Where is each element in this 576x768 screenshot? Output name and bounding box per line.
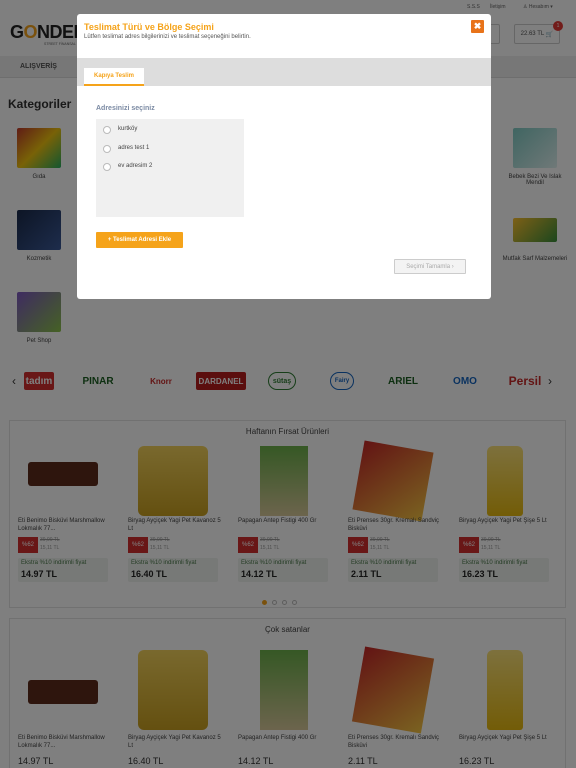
address-label: Adresinizi seçiniz [96, 105, 155, 112]
modal-tab-bar: Kapıya Teslim [77, 58, 491, 86]
address-option-label: adres test 1 [118, 145, 150, 151]
tab-door-delivery[interactable]: Kapıya Teslim [84, 68, 144, 86]
delivery-modal: Teslimat Türü ve Bölge Seçimi Lütfen tes… [77, 14, 491, 299]
address-option[interactable]: ev adresim 2 [103, 162, 223, 174]
radio-button[interactable] [103, 126, 111, 134]
address-option-label: kurtköy [118, 126, 138, 132]
confirm-selection-button[interactable]: Seçimi Tamamla › [394, 259, 466, 274]
address-option[interactable]: kurtköy [103, 125, 223, 137]
address-option[interactable]: adres test 1 [103, 144, 223, 156]
modal-subtitle: Lütfen teslimat adres bilgilerinizi ve t… [84, 34, 251, 40]
radio-button[interactable] [103, 163, 111, 171]
address-option-label: ev adresim 2 [118, 163, 153, 169]
address-list: kurtköy adres test 1 ev adresim 2 [96, 119, 244, 217]
page: S.S.S İletişim ♙ Hesabım ▾ GONDER STREET… [0, 0, 576, 768]
add-address-button[interactable]: + Teslimat Adresi Ekle [96, 232, 183, 248]
close-icon[interactable]: ✖ [471, 20, 484, 33]
radio-button[interactable] [103, 145, 111, 153]
modal-title: Teslimat Türü ve Bölge Seçimi [84, 22, 214, 32]
